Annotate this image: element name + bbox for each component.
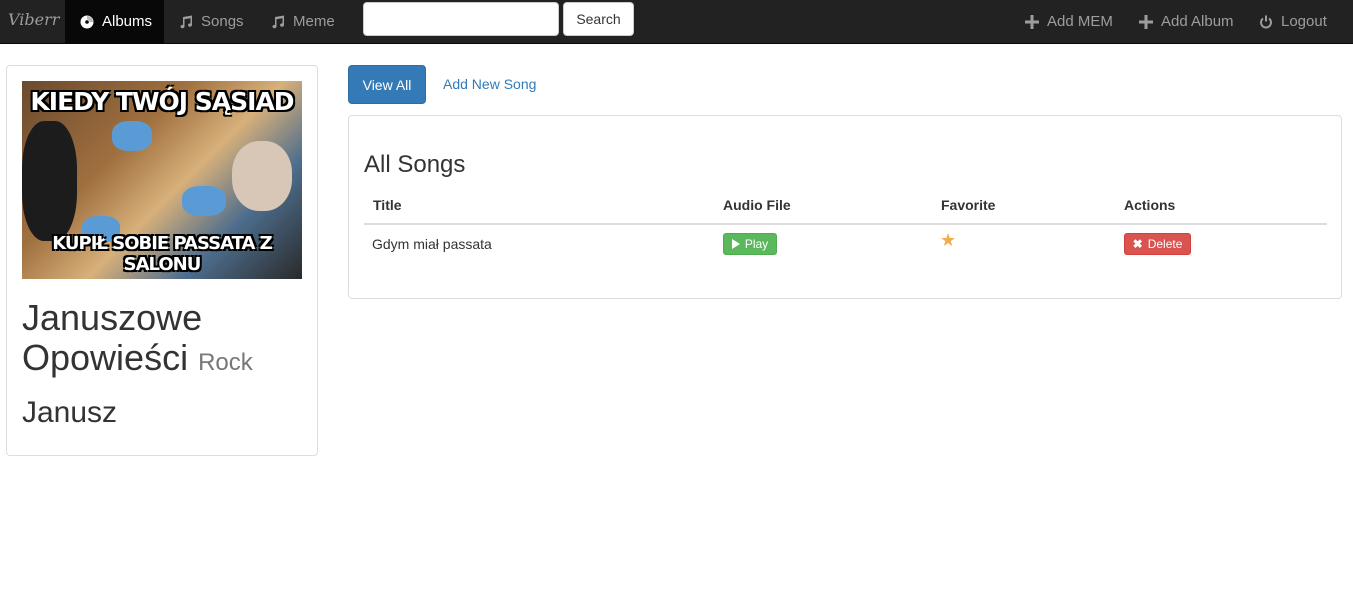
logout-label: Logout bbox=[1281, 13, 1327, 30]
search-input[interactable] bbox=[363, 2, 559, 36]
plus-icon bbox=[1025, 15, 1039, 29]
column-header-favorite: Favorite bbox=[941, 197, 996, 213]
power-icon bbox=[1259, 15, 1273, 29]
album-artist: Janusz bbox=[22, 396, 118, 429]
logout-link[interactable]: Logout bbox=[1244, 0, 1342, 44]
music-note-icon bbox=[179, 15, 193, 29]
top-navbar: Viberr Albums Songs Meme Search Add MEM … bbox=[0, 0, 1353, 44]
nav-albums-label: Albums bbox=[102, 13, 153, 30]
plus-icon bbox=[1139, 15, 1153, 29]
table-header-divider bbox=[364, 223, 1327, 225]
brand-logo[interactable]: Viberr bbox=[8, 10, 59, 29]
search-button[interactable]: Search bbox=[563, 2, 634, 36]
star-icon[interactable]: ★ bbox=[940, 230, 956, 251]
nav-meme-label: Meme bbox=[293, 13, 335, 30]
song-title: Gdym miał passata bbox=[372, 236, 492, 252]
add-new-song-link[interactable]: Add New Song bbox=[443, 76, 536, 92]
delete-button[interactable]: ✖ Delete bbox=[1124, 233, 1191, 255]
play-label: Play bbox=[744, 237, 769, 251]
add-album-label: Add Album bbox=[1161, 13, 1234, 30]
album-genre: Rock bbox=[198, 349, 253, 376]
column-header-actions: Actions bbox=[1124, 197, 1176, 213]
play-button[interactable]: Play bbox=[723, 233, 777, 255]
add-mem-label: Add MEM bbox=[1047, 13, 1113, 30]
album-title-block: Januszowe Opowieści Rock bbox=[22, 298, 312, 383]
songs-heading: All Songs bbox=[364, 151, 466, 178]
songs-panel: All Songs Title Audio File Favorite Acti… bbox=[348, 115, 1342, 299]
nav-meme[interactable]: Meme bbox=[256, 0, 348, 44]
play-icon bbox=[731, 239, 740, 249]
album-card: KIEDY TWÓJ SĄSIAD KUPIŁ SOBIE PASSATA Z … bbox=[6, 65, 318, 456]
delete-label: Delete bbox=[1147, 237, 1183, 251]
view-all-button[interactable]: View All bbox=[348, 65, 426, 104]
column-header-title: Title bbox=[373, 197, 402, 213]
album-title: Januszowe Opowieści bbox=[22, 297, 203, 378]
column-header-audio-file: Audio File bbox=[723, 197, 791, 213]
add-album-link[interactable]: Add Album bbox=[1124, 0, 1249, 44]
cd-icon bbox=[80, 15, 94, 29]
add-mem-link[interactable]: Add MEM bbox=[1010, 0, 1128, 44]
remove-icon: ✖ bbox=[1132, 237, 1143, 251]
cover-bottom-caption: KUPIŁ SOBIE PASSATA Z SALONU bbox=[52, 233, 272, 275]
music-note-icon bbox=[271, 15, 285, 29]
nav-songs[interactable]: Songs bbox=[164, 0, 256, 44]
cover-top-caption: KIEDY TWÓJ SĄSIAD bbox=[30, 87, 294, 116]
album-cover-image: KIEDY TWÓJ SĄSIAD KUPIŁ SOBIE PASSATA Z … bbox=[22, 81, 302, 279]
nav-albums[interactable]: Albums bbox=[65, 0, 164, 44]
nav-songs-label: Songs bbox=[201, 13, 244, 30]
